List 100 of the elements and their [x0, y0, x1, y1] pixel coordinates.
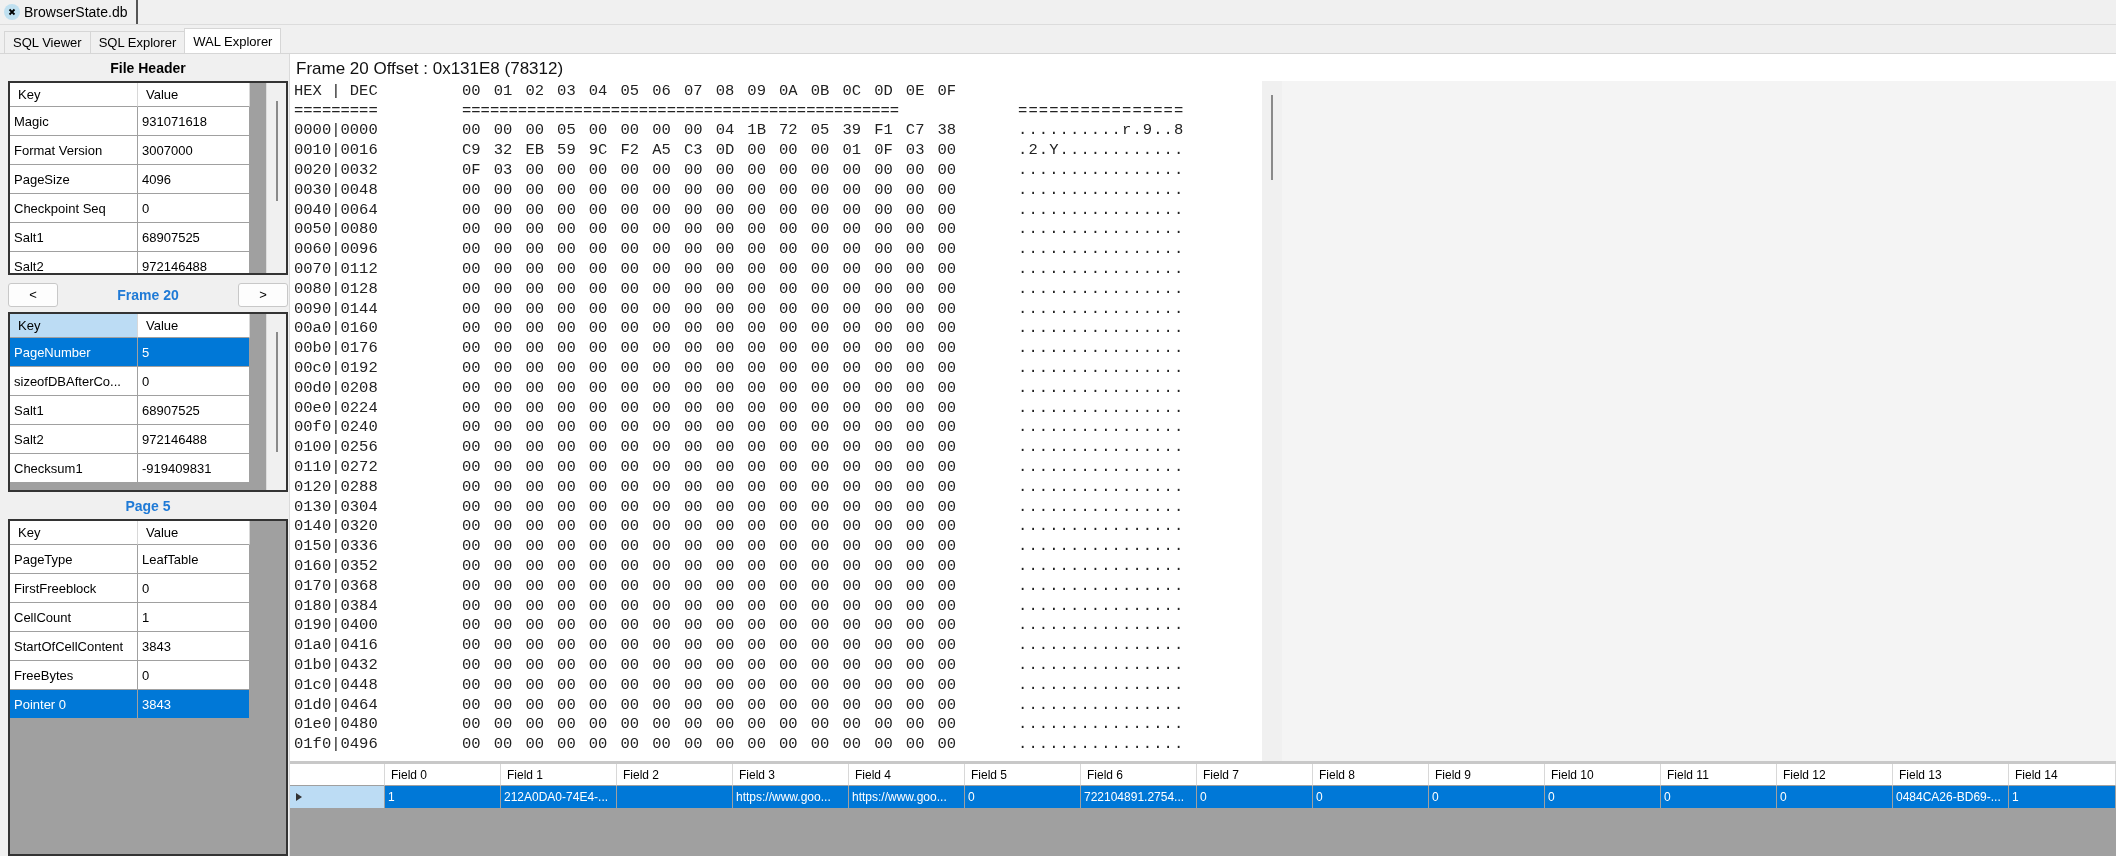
separator-line: =========	[294, 101, 379, 120]
column-header[interactable]: Field 10	[1545, 764, 1661, 786]
value-cell[interactable]: 3843	[138, 632, 250, 661]
ascii-text: ................	[1018, 200, 1185, 219]
ascii-text: ................	[1018, 675, 1185, 694]
value-cell[interactable]: 972146488	[138, 425, 250, 454]
row-header[interactable]	[290, 786, 385, 808]
grid-cell[interactable]	[617, 786, 733, 808]
value-cell[interactable]: 0	[138, 367, 250, 396]
grid-cell[interactable]: 0	[1545, 786, 1661, 808]
hex-offset: 01a0|0416	[294, 636, 379, 655]
column-header[interactable]: Field 14	[2009, 764, 2116, 786]
scrollbar[interactable]	[266, 83, 286, 273]
grid-cell[interactable]: 1	[2009, 786, 2116, 808]
grid-cell[interactable]: 0	[1197, 786, 1313, 808]
column-header[interactable]: Value	[138, 314, 250, 338]
hex-bytes: 00 00 00 00 00 00 00 00 00 00 00 00 00 00 00 00	[462, 576, 958, 595]
column-header[interactable]: Field 2	[617, 764, 733, 786]
grid-cell[interactable]: 0	[1661, 786, 1777, 808]
grid-cell[interactable]: 0	[1777, 786, 1893, 808]
hex-bytes: 00 00 00 00 00 00 00 00 00 00 00 00 00 00 00 00	[462, 299, 958, 318]
hex-offset: 0150|0336	[294, 537, 379, 556]
close-icon[interactable]	[4, 4, 20, 20]
key-cell[interactable]: PageType	[10, 545, 138, 574]
key-cell[interactable]: CellCount	[10, 603, 138, 632]
scrollbar[interactable]	[266, 314, 286, 490]
key-cell[interactable]: Salt2	[10, 252, 138, 273]
column-header[interactable]: Key	[10, 521, 138, 545]
column-header[interactable]: Field 5	[965, 764, 1081, 786]
grid-cell[interactable]: 0484CA26-BD69-...	[1893, 786, 2009, 808]
key-cell[interactable]: Checkpoint Seq	[10, 194, 138, 223]
column-header[interactable]: Field 6	[1081, 764, 1197, 786]
value-cell[interactable]: 0	[138, 574, 250, 603]
key-cell[interactable]: Pointer 0	[10, 690, 138, 719]
ascii-text: ................	[1018, 517, 1185, 536]
hex-bytes: 00 00 00 00 00 00 00 00 00 00 00 00 00 00 00 00	[462, 656, 958, 674]
hex-offset: 0160|0352	[294, 557, 379, 575]
next-button[interactable]: >	[238, 282, 288, 307]
hex-bytes: 00 00 00 00 00 00 00 00 00 00 00 00 00 00 00 00	[462, 378, 958, 397]
key-cell[interactable]: Salt1	[10, 223, 138, 252]
value-cell[interactable]: 931071618	[138, 107, 250, 136]
grid-cell[interactable]: 0	[1313, 786, 1429, 808]
column-header[interactable]: Field 8	[1313, 764, 1429, 786]
column-header[interactable]: Field 4	[849, 764, 965, 786]
previous-button[interactable]: <	[8, 282, 58, 307]
column-header[interactable]: Field 7	[1197, 764, 1313, 786]
key-cell[interactable]: StartOfCellContent	[10, 632, 138, 661]
column-header[interactable]: Value	[138, 83, 250, 107]
hex-bytes: 00 00 00 00 00 00 00 00 00 00 00 00 00 00 00 00	[462, 675, 958, 694]
tab[interactable]: WAL Explorer	[184, 28, 282, 53]
column-header[interactable]: Key	[10, 314, 138, 338]
column-header[interactable]: Field 13	[1893, 764, 2009, 786]
column-header[interactable]: Field 3	[733, 764, 849, 786]
value-cell[interactable]: 68907525	[138, 396, 250, 425]
ascii-text: ................	[1018, 477, 1185, 496]
grid-cell[interactable]: 212A0DA0-74E4-...	[501, 786, 617, 808]
value-cell[interactable]: 5	[138, 338, 250, 367]
column-header[interactable]: Field 12	[1777, 764, 1893, 786]
key-cell[interactable]: Salt1	[10, 396, 138, 425]
value-cell[interactable]: 972146488	[138, 252, 250, 273]
grid-cell[interactable]: https://www.goo...	[733, 786, 849, 808]
key-cell[interactable]: PageNumber	[10, 338, 138, 367]
value-cell[interactable]: 1	[138, 603, 250, 632]
column-header[interactable]: Field 1	[501, 764, 617, 786]
scrollbar[interactable]	[1262, 81, 1282, 761]
value-cell[interactable]: 3007000	[138, 136, 250, 165]
tab[interactable]: SQL Explorer	[89, 31, 186, 53]
hex-offset: 00a0|0160	[294, 319, 379, 338]
hex-bytes: 00 00 00 00 00 00 00 00 00 00 00 00 00 00 00 00	[462, 438, 958, 457]
key-cell[interactable]: FreeBytes	[10, 661, 138, 690]
column-header[interactable]: Key	[10, 83, 138, 107]
grid-cell[interactable]: 1	[385, 786, 501, 808]
value-cell[interactable]: 0	[138, 661, 250, 690]
column-header[interactable]: Value	[138, 521, 250, 545]
key-cell[interactable]: Format Version	[10, 136, 138, 165]
value-cell[interactable]: 68907525	[138, 223, 250, 252]
grid-cell[interactable]: 0	[965, 786, 1081, 808]
grid-cell[interactable]: https://www.goo...	[849, 786, 965, 808]
tab[interactable]: SQL Viewer	[4, 31, 91, 53]
column-header[interactable]: Field 0	[385, 764, 501, 786]
key-cell[interactable]: FirstFreeblock	[10, 574, 138, 603]
value-cell[interactable]: -919409831	[138, 454, 250, 483]
key-cell[interactable]: Checksum1	[10, 454, 138, 483]
column-header[interactable]: Field 9	[1429, 764, 1545, 786]
hex-bytes: 00 00 00 00 00 00 00 00 00 00 00 00 00 00 00 00	[462, 319, 958, 338]
grid-cell[interactable]: 722104891.2754...	[1081, 786, 1197, 808]
value-cell[interactable]: LeafTable	[138, 545, 250, 574]
hex-bytes: 00 00 00 00 00 00 00 00 00 00 00 00 00 00 00 00	[462, 695, 958, 714]
value-cell[interactable]: 3843	[138, 690, 250, 719]
key-cell[interactable]: PageSize	[10, 165, 138, 194]
grid-cell[interactable]: 0	[1429, 786, 1545, 808]
column-header[interactable]: Field 11	[1661, 764, 1777, 786]
key-cell[interactable]: Magic	[10, 107, 138, 136]
hex-bytes: 00 00 00 05 00 00 00 00 04 1B 72 05 39 F1 C7 38	[462, 121, 958, 140]
value-cell[interactable]: 0	[138, 194, 250, 223]
ascii-text: ................	[1018, 299, 1185, 318]
key-cell[interactable]: sizeofDBAfterCo...	[10, 367, 138, 396]
key-cell[interactable]: Salt2	[10, 425, 138, 454]
value-cell[interactable]: 4096	[138, 165, 250, 194]
ascii-text: ................	[1018, 735, 1185, 754]
